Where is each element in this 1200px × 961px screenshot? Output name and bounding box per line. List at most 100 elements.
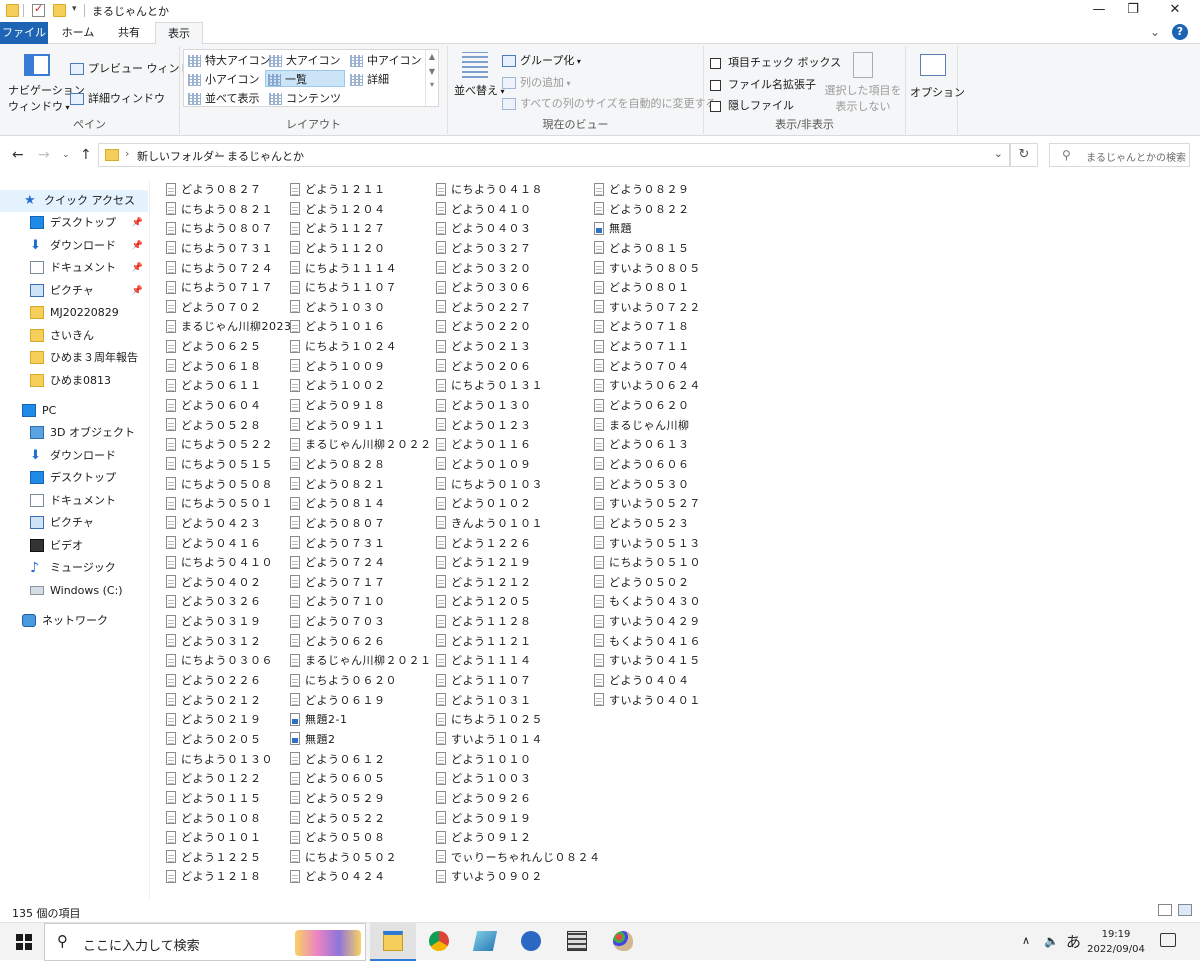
notification-icon[interactable] bbox=[1160, 933, 1176, 947]
file-item[interactable]: すいよう０９０２ bbox=[436, 867, 601, 887]
file-item[interactable]: どよう０４２４ bbox=[290, 867, 432, 887]
file-item[interactable]: どよう０６１２ bbox=[290, 750, 432, 770]
file-item[interactable]: にちよう０５１５ bbox=[166, 455, 292, 475]
file-item[interactable]: でぃりーちゃれんじ０８２４ bbox=[436, 848, 601, 868]
file-item[interactable]: にちよう０８２１ bbox=[166, 200, 292, 220]
file-item[interactable]: どよう０５０８ bbox=[290, 828, 432, 848]
layout-tiles[interactable]: 並べて表示 bbox=[186, 90, 260, 107]
file-item[interactable]: どよう０２１９ bbox=[166, 710, 292, 730]
file-item[interactable]: 無題2-1 bbox=[290, 710, 432, 730]
file-item[interactable]: どよう０６１３ bbox=[594, 435, 701, 455]
file-item[interactable]: すいよう０４２９ bbox=[594, 612, 701, 632]
file-item[interactable]: すいよう０４１５ bbox=[594, 651, 701, 671]
ime-indicator[interactable]: あ bbox=[1066, 931, 1081, 952]
file-item[interactable]: どよう０２２０ bbox=[436, 317, 601, 337]
file-item[interactable]: どよう１００２ bbox=[290, 376, 432, 396]
file-item[interactable]: 無題 bbox=[594, 219, 701, 239]
layout-gallery-scrollbar[interactable]: ▲ ▼ ▾ bbox=[425, 50, 438, 106]
file-item[interactable]: にちよう０４１８ bbox=[436, 180, 601, 200]
nav-pinned-pictures[interactable]: ピクチャ 📌 bbox=[30, 280, 149, 302]
file-item[interactable]: もくよう０４３０ bbox=[594, 592, 701, 612]
file-item[interactable]: にちよう０４１０ bbox=[166, 553, 292, 573]
file-item[interactable]: どよう０２１３ bbox=[436, 337, 601, 357]
file-item[interactable]: にちよう０７１７ bbox=[166, 278, 292, 298]
file-item[interactable]: すいよう０４０１ bbox=[594, 691, 701, 711]
tab-view[interactable]: 表示 bbox=[155, 22, 203, 45]
maximize-button[interactable]: ❐ bbox=[1110, 0, 1156, 22]
help-icon[interactable]: ? bbox=[1172, 24, 1188, 40]
start-button[interactable] bbox=[16, 934, 32, 950]
layout-large-icons[interactable]: 大アイコン bbox=[267, 52, 340, 69]
file-item[interactable]: まるじゃん川柳２０２２ bbox=[290, 435, 432, 455]
file-item[interactable]: にちよう０７２４ bbox=[166, 259, 292, 279]
tab-home[interactable]: ホーム bbox=[54, 22, 102, 44]
file-item[interactable]: どよう０９１８ bbox=[290, 396, 432, 416]
file-item[interactable]: どよう１０１６ bbox=[290, 317, 432, 337]
file-item[interactable]: どよう０６２５ bbox=[166, 337, 292, 357]
file-item[interactable]: どよう０３１９ bbox=[166, 612, 292, 632]
file-item[interactable]: どよう１２２６ bbox=[436, 534, 601, 554]
file-item[interactable]: どよう０７０３ bbox=[290, 612, 432, 632]
file-item[interactable]: どよう０６２０ bbox=[594, 396, 701, 416]
nav-pinned-downloads[interactable]: ⬇ ダウンロード 📌 bbox=[30, 235, 149, 257]
file-item[interactable]: 無題2 bbox=[290, 730, 432, 750]
nav-folder-himema-report[interactable]: ひめま３周年報告 bbox=[30, 347, 149, 369]
nav-3d-objects[interactable]: 3D オブジェクト bbox=[30, 422, 149, 444]
nav-music[interactable]: ♪ ミュージック bbox=[30, 557, 149, 579]
file-item[interactable]: どよう１１２１ bbox=[436, 632, 601, 652]
item-checkboxes-toggle[interactable]: 項目チェック ボックス bbox=[710, 54, 841, 70]
file-item[interactable]: どよう０４１６ bbox=[166, 534, 292, 554]
file-item[interactable]: どよう０８２８ bbox=[290, 455, 432, 475]
nav-pinned-desktop[interactable]: デスクトップ 📌 bbox=[30, 212, 149, 234]
file-item[interactable]: どよう０１１６ bbox=[436, 435, 601, 455]
nav-videos[interactable]: ビデオ bbox=[30, 535, 149, 557]
file-item[interactable]: どよう０１２２ bbox=[166, 769, 292, 789]
tab-share[interactable]: 共有 bbox=[106, 22, 152, 44]
file-item[interactable]: どよう０７３１ bbox=[290, 534, 432, 554]
file-item[interactable]: にちよう０１０３ bbox=[436, 475, 601, 495]
file-item[interactable]: にちよう０８０７ bbox=[166, 219, 292, 239]
taskbar-app-notes[interactable] bbox=[462, 923, 508, 961]
tab-file[interactable]: ファイル bbox=[0, 22, 48, 44]
close-button[interactable]: ✕ bbox=[1152, 0, 1198, 22]
address-box[interactable]: › 新しいフォルダー › まるじゃんとか ⌄ bbox=[98, 143, 1010, 167]
file-item[interactable]: どよう１２０５ bbox=[436, 592, 601, 612]
file-item[interactable]: どよう１０３１ bbox=[436, 691, 601, 711]
file-item[interactable]: どよう０２１２ bbox=[166, 691, 292, 711]
layout-small-icons[interactable]: 小アイコン bbox=[186, 71, 259, 88]
file-item[interactable]: どよう１１０７ bbox=[436, 671, 601, 691]
file-item[interactable]: どよう０９２６ bbox=[436, 789, 601, 809]
details-view-toggle-icon[interactable] bbox=[1158, 904, 1172, 916]
file-item[interactable]: どよう１２１８ bbox=[166, 867, 292, 887]
file-item[interactable]: どよう０８２１ bbox=[290, 475, 432, 495]
large-icons-view-toggle-icon[interactable] bbox=[1178, 904, 1192, 916]
file-item[interactable]: どよう０３０６ bbox=[436, 278, 601, 298]
file-item[interactable]: どよう０７０４ bbox=[594, 357, 701, 377]
taskbar-paint[interactable] bbox=[600, 923, 646, 961]
file-item[interactable]: どよう０６２６ bbox=[290, 632, 432, 652]
layout-extra-large-icons[interactable]: 特大アイコン bbox=[186, 52, 270, 69]
properties-icon[interactable] bbox=[32, 2, 45, 17]
breadcrumb-separator[interactable]: › bbox=[125, 147, 129, 160]
file-item[interactable]: どよう０８２７ bbox=[166, 180, 292, 200]
nav-folder-saikin[interactable]: さいきん bbox=[30, 325, 149, 347]
file-item[interactable]: どよう０２２７ bbox=[436, 298, 601, 318]
breadcrumb-separator[interactable]: › bbox=[215, 147, 219, 160]
file-item[interactable]: にちよう０７３１ bbox=[166, 239, 292, 259]
file-item[interactable]: にちよう０５０８ bbox=[166, 475, 292, 495]
file-item[interactable]: どよう０６１８ bbox=[166, 357, 292, 377]
file-item[interactable]: どよう０４０４ bbox=[594, 671, 701, 691]
file-item[interactable]: どよう０７１８ bbox=[594, 317, 701, 337]
back-button[interactable]: ← bbox=[12, 147, 24, 163]
nav-downloads[interactable]: ⬇ ダウンロード bbox=[30, 445, 149, 467]
nav-pc[interactable]: PC bbox=[22, 400, 149, 422]
up-button[interactable]: ↑ bbox=[80, 147, 92, 163]
file-item[interactable]: まるじゃん川柳2023 bbox=[166, 317, 292, 337]
file-item[interactable]: どよう０８２２ bbox=[594, 200, 701, 220]
taskbar-app-globe[interactable] bbox=[508, 923, 554, 961]
file-item[interactable]: どよう０９１９ bbox=[436, 809, 601, 829]
file-item[interactable]: どよう０８１５ bbox=[594, 239, 701, 259]
hidden-items-toggle[interactable]: 隠しファイル bbox=[710, 97, 794, 113]
taskbar-calculator[interactable] bbox=[554, 923, 600, 961]
file-item[interactable]: にちよう１０２５ bbox=[436, 710, 601, 730]
